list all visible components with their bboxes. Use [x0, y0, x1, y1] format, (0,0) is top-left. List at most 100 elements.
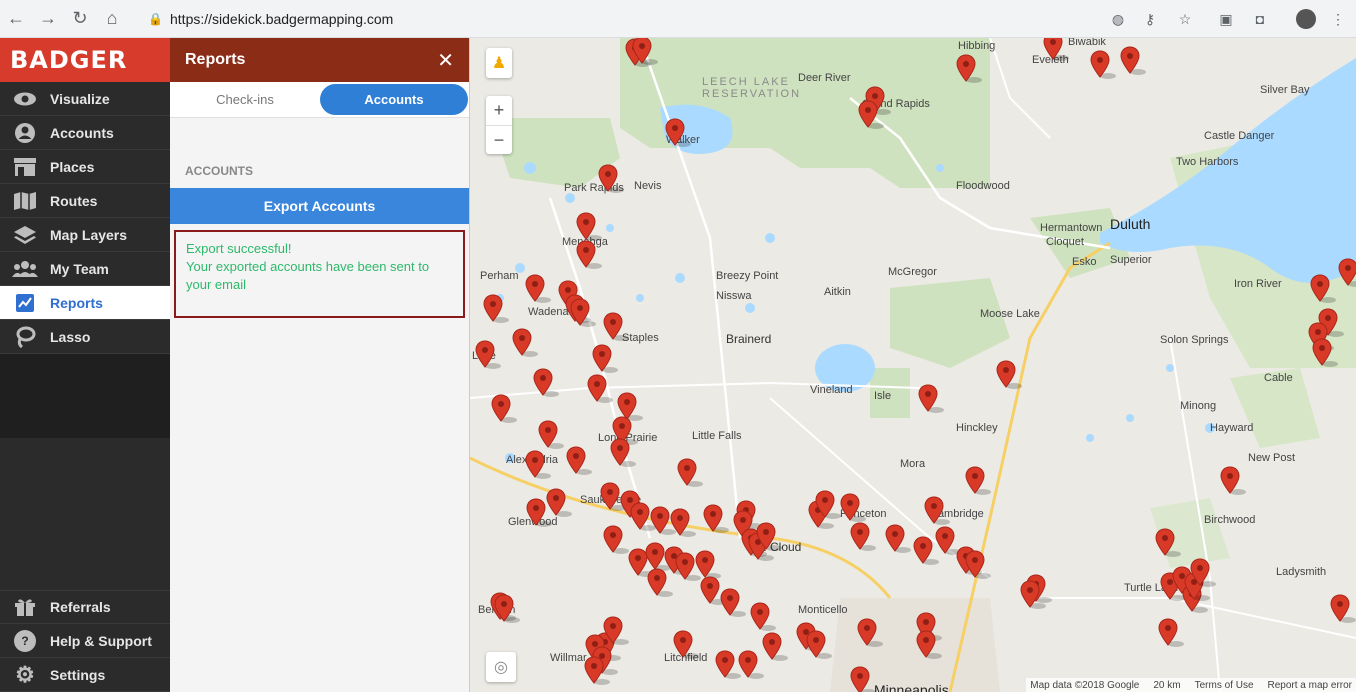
- map-marker-icon[interactable]: [956, 54, 982, 83]
- map-marker-icon[interactable]: [475, 340, 501, 369]
- map-marker-icon[interactable]: [1190, 558, 1216, 587]
- map-marker-icon[interactable]: [703, 504, 729, 533]
- report-error-link[interactable]: Report a map error: [1268, 680, 1352, 691]
- map-marker-icon[interactable]: [512, 328, 538, 357]
- map-marker-icon[interactable]: [924, 496, 950, 525]
- sidebar-item-help[interactable]: ? Help & Support: [0, 624, 170, 658]
- map-marker-icon[interactable]: [1312, 338, 1338, 367]
- map-marker-icon[interactable]: [918, 384, 944, 413]
- map-marker-icon[interactable]: [858, 100, 884, 129]
- map-marker-icon[interactable]: [715, 650, 741, 679]
- map-marker-icon[interactable]: [750, 602, 776, 631]
- map-marker-icon[interactable]: [525, 450, 551, 479]
- map-marker-icon[interactable]: [584, 656, 610, 685]
- sidebar-item-routes[interactable]: Routes: [0, 184, 170, 218]
- map-marker-icon[interactable]: [665, 118, 691, 147]
- forward-icon[interactable]: →: [32, 0, 64, 38]
- map-marker-icon[interactable]: [815, 490, 841, 519]
- map-marker-icon[interactable]: [720, 588, 746, 617]
- sidebar-item-reports[interactable]: Reports: [0, 286, 170, 320]
- sidebar-item-my-team[interactable]: My Team: [0, 252, 170, 286]
- close-icon[interactable]: ✕: [437, 48, 454, 73]
- map-marker-icon[interactable]: [603, 525, 629, 554]
- zoom-out-button[interactable]: −: [486, 125, 512, 154]
- map-marker-icon[interactable]: [762, 632, 788, 661]
- map-marker-icon[interactable]: [806, 630, 832, 659]
- my-location-icon[interactable]: ◎: [486, 652, 516, 682]
- tab-accounts[interactable]: Accounts: [320, 84, 468, 115]
- street-view-pegman-icon[interactable]: ♟: [486, 48, 512, 78]
- home-icon[interactable]: ⌂: [96, 0, 128, 38]
- sidebar-item-visualize[interactable]: Visualize: [0, 82, 170, 116]
- reload-icon[interactable]: ↻: [64, 0, 96, 38]
- map-marker-icon[interactable]: [1310, 274, 1336, 303]
- tab-check-ins[interactable]: Check-ins: [170, 84, 320, 115]
- map-marker-icon[interactable]: [996, 360, 1022, 389]
- map-marker-icon[interactable]: [632, 38, 658, 65]
- map-marker-icon[interactable]: [935, 526, 961, 555]
- map-marker-icon[interactable]: [570, 298, 596, 327]
- zoom-in-button[interactable]: +: [486, 96, 512, 125]
- map-marker-icon[interactable]: [603, 312, 629, 341]
- map-marker-icon[interactable]: [885, 524, 911, 553]
- map-marker-icon[interactable]: [494, 594, 520, 623]
- map-marker-icon[interactable]: [677, 458, 703, 487]
- map-marker-icon[interactable]: [850, 666, 876, 692]
- map-marker-icon[interactable]: [1090, 50, 1116, 79]
- sidebar-item-places[interactable]: Places: [0, 150, 170, 184]
- map-marker-icon[interactable]: [1330, 594, 1356, 623]
- briefcase-icon[interactable]: ▣: [1216, 9, 1236, 29]
- map-marker-icon[interactable]: [675, 552, 701, 581]
- key-icon[interactable]: ⚷: [1140, 9, 1160, 29]
- menu-dots-icon[interactable]: ⋮: [1328, 9, 1348, 29]
- map-marker-icon[interactable]: [598, 164, 624, 193]
- map-marker-icon[interactable]: [566, 446, 592, 475]
- map-marker-icon[interactable]: [576, 212, 602, 241]
- map-marker-icon[interactable]: [700, 576, 726, 605]
- map-marker-icon[interactable]: [1158, 618, 1184, 647]
- terms-link[interactable]: Terms of Use: [1195, 680, 1254, 691]
- map-marker-icon[interactable]: [738, 650, 764, 679]
- sidebar-item-lasso[interactable]: Lasso: [0, 320, 170, 354]
- extension-icon[interactable]: ◍: [1108, 9, 1128, 29]
- map-marker-icon[interactable]: [670, 508, 696, 537]
- export-accounts-button[interactable]: Export Accounts: [170, 188, 469, 224]
- map-marker-icon[interactable]: [525, 274, 551, 303]
- map-marker-icon[interactable]: [576, 240, 602, 269]
- back-icon[interactable]: ←: [0, 0, 32, 38]
- map-marker-icon[interactable]: [1155, 528, 1181, 557]
- map-marker-icon[interactable]: [695, 550, 721, 579]
- map-marker-icon[interactable]: [1043, 38, 1069, 61]
- map-marker-icon[interactable]: [850, 522, 876, 551]
- map-marker-icon[interactable]: [600, 482, 626, 511]
- map-marker-icon[interactable]: [756, 522, 782, 551]
- map-marker-icon[interactable]: [1338, 258, 1356, 287]
- map-marker-icon[interactable]: [913, 536, 939, 565]
- map-marker-icon[interactable]: [587, 374, 613, 403]
- map-marker-icon[interactable]: [1120, 46, 1146, 75]
- map[interactable]: LEECH LAKE RESERVATION Deer River Grand …: [470, 38, 1356, 692]
- map-marker-icon[interactable]: [650, 506, 676, 535]
- star-icon[interactable]: ☆: [1175, 9, 1195, 29]
- pocket-icon[interactable]: ◘: [1250, 9, 1270, 29]
- map-marker-icon[interactable]: [603, 616, 629, 645]
- map-marker-icon[interactable]: [610, 438, 636, 467]
- sidebar-item-settings[interactable]: ⚙ Settings: [0, 658, 170, 692]
- map-marker-icon[interactable]: [538, 420, 564, 449]
- map-marker-icon[interactable]: [965, 466, 991, 495]
- map-marker-icon[interactable]: [533, 368, 559, 397]
- avatar[interactable]: [1296, 9, 1316, 29]
- map-marker-icon[interactable]: [673, 630, 699, 659]
- map-marker-icon[interactable]: [857, 618, 883, 647]
- map-marker-icon[interactable]: [1020, 580, 1046, 609]
- map-marker-icon[interactable]: [645, 542, 671, 571]
- map-marker-icon[interactable]: [526, 498, 552, 527]
- sidebar-item-accounts[interactable]: Accounts: [0, 116, 170, 150]
- sidebar-item-map-layers[interactable]: Map Layers: [0, 218, 170, 252]
- address-bar[interactable]: 🔒 https://sidekick.badgermapping.com: [138, 5, 1208, 33]
- map-marker-icon[interactable]: [491, 394, 517, 423]
- map-marker-icon[interactable]: [965, 550, 991, 579]
- sidebar-item-referrals[interactable]: Referrals: [0, 590, 170, 624]
- map-marker-icon[interactable]: [840, 493, 866, 522]
- map-marker-icon[interactable]: [592, 344, 618, 373]
